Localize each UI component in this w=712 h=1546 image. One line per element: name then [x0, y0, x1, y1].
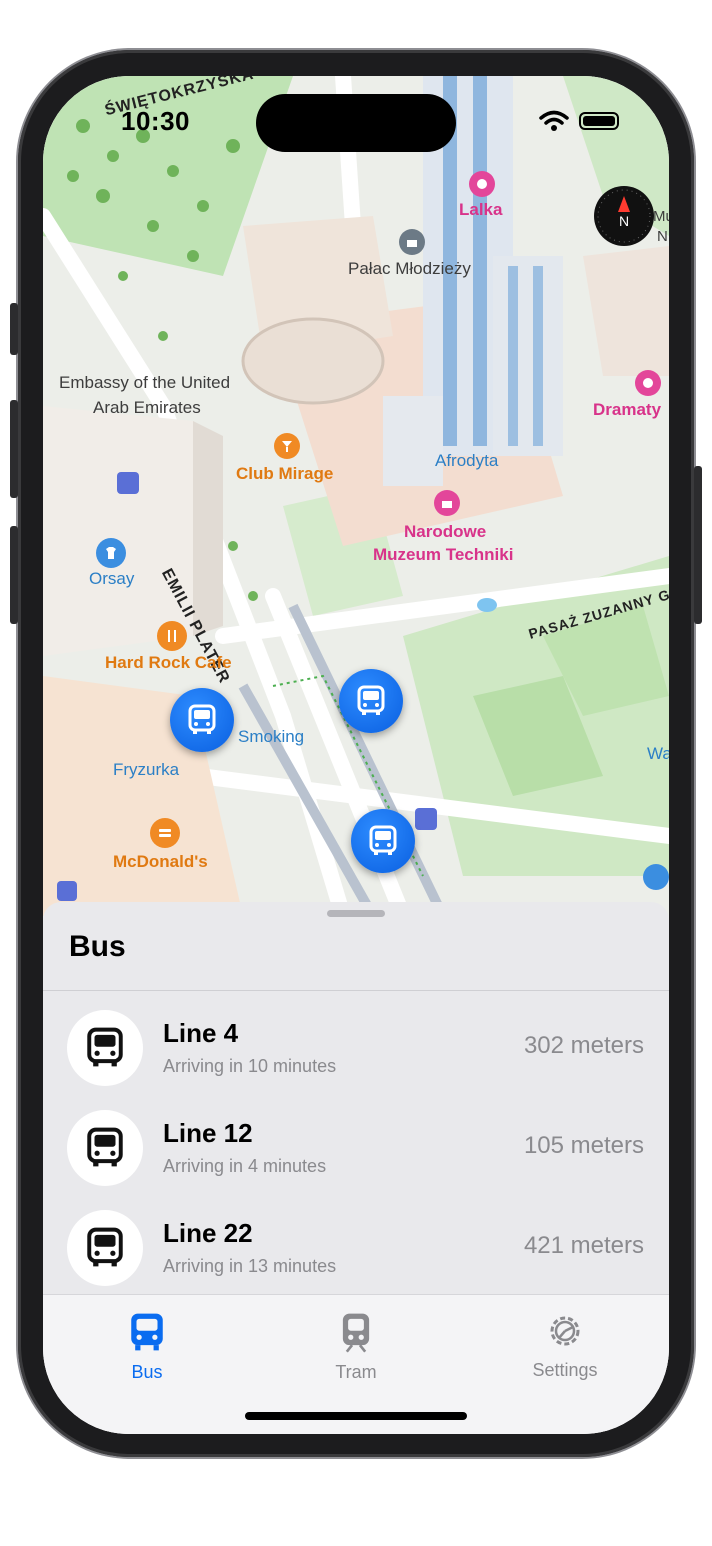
tram-icon	[342, 1313, 370, 1353]
map-label-orsay: Orsay	[89, 569, 135, 588]
line-title: Line 22	[163, 1218, 253, 1248]
clothing-icon[interactable]	[96, 538, 126, 568]
list-item-line-12[interactable]: Line 12 Arriving in 4 minutes 105 meters	[43, 1106, 669, 1206]
dynamic-island	[256, 94, 456, 152]
bus-icon	[369, 825, 397, 855]
bus-icon	[357, 685, 385, 715]
tab-settings[interactable]: Settings	[505, 1311, 625, 1381]
battery-icon	[579, 112, 619, 130]
arrival-text: Arriving in 13 minutes	[163, 1256, 337, 1276]
map-drawing	[43, 76, 669, 924]
station-icon[interactable]	[57, 881, 77, 901]
map-label-lalka: Lalka	[459, 200, 503, 219]
status-icons	[539, 110, 619, 132]
wifi-icon	[539, 110, 569, 131]
cocktail-icon-glyph	[282, 441, 292, 452]
map-label-mu: Mu	[653, 208, 669, 225]
map-label-mcdonalds: McDonald's	[113, 852, 208, 871]
gear-icon	[550, 1316, 580, 1346]
status-time: 10:30	[121, 106, 190, 136]
distance-text: 302 meters	[523, 1032, 644, 1059]
distance-text: 105 meters	[523, 1132, 644, 1159]
map-label-hard-rock: Hard Rock Cafe	[105, 653, 232, 672]
tab-tram[interactable]: Tram	[296, 1311, 416, 1383]
line-title: Line 12	[163, 1118, 253, 1148]
map-label-embassy-1: Embassy of the United	[59, 373, 231, 392]
map-label-n: N	[657, 228, 668, 245]
bus-glyph	[87, 1027, 123, 1067]
tab-tram-label: Tram	[335, 1362, 377, 1382]
map-label-fryzurka: Fryzurka	[113, 760, 180, 779]
map-label-wa: Wa	[647, 744, 669, 763]
bus-glyph	[87, 1227, 123, 1267]
bus-marker-2[interactable]	[339, 669, 403, 733]
map-label-embassy-2: Arab Emirates	[93, 398, 201, 417]
bus-marker-1[interactable]	[170, 688, 234, 752]
compass-icon: N	[597, 189, 651, 243]
action-button	[10, 303, 18, 355]
map-label-palac: Pałac Młodzieży	[348, 259, 471, 278]
map-label-narodowe-1: Narodowe	[404, 522, 487, 541]
tab-bus[interactable]: Bus	[87, 1311, 207, 1383]
list-item-line-4[interactable]: Line 4 Arriving in 10 minutes 302 meters	[43, 1006, 669, 1106]
compass-button[interactable]: N	[594, 186, 654, 246]
bus-icon	[67, 1010, 143, 1086]
theater-icon-glyph	[477, 179, 487, 189]
landmark-icon-glyph	[407, 240, 417, 247]
bike-icon[interactable]	[117, 472, 139, 494]
bike-icon-2[interactable]	[415, 808, 437, 830]
map-label-dramaty: Dramaty	[593, 400, 662, 419]
volume-up-button	[10, 400, 18, 498]
burger-icon-glyph	[159, 829, 171, 837]
tab-bus-label: Bus	[131, 1362, 163, 1382]
list-item-line-22[interactable]: Line 22 Arriving in 13 minutes 421 meter…	[43, 1206, 669, 1306]
arrival-text: Arriving in 10 minutes	[163, 1056, 337, 1076]
shop-icon[interactable]	[643, 864, 669, 890]
bus-icon	[67, 1110, 143, 1186]
restaurant-icon[interactable]	[157, 621, 187, 651]
sheet-divider	[43, 990, 669, 991]
bus-icon	[67, 1210, 143, 1286]
screen: ŚWIĘTOKRZYSKA Lalka Pałac Młodzieży Emba…	[43, 76, 669, 1434]
map-label-club-mirage: Club Mirage	[236, 464, 334, 483]
theater-icon-2-glyph	[643, 378, 653, 388]
arrival-text: Arriving in 4 minutes	[163, 1156, 327, 1176]
clothing-icon-glyph	[106, 547, 116, 559]
bus-icon	[131, 1313, 163, 1351]
theater-icon[interactable]	[469, 171, 495, 197]
bus-marker-3[interactable]	[351, 809, 415, 873]
cocktail-icon[interactable]	[274, 433, 300, 459]
distance-text: 421 meters	[523, 1232, 644, 1259]
line-title: Line 4	[163, 1018, 239, 1048]
sheet-title: Bus	[69, 930, 126, 963]
theater-icon-2[interactable]	[635, 370, 661, 396]
map-label-afrodyta: Afrodyta	[435, 451, 499, 470]
bus-glyph	[87, 1127, 123, 1167]
tab-settings-label: Settings	[532, 1360, 598, 1380]
home-indicator[interactable]	[245, 1412, 467, 1420]
bus-icon	[188, 704, 216, 734]
map-view[interactable]: ŚWIĘTOKRZYSKA Lalka Pałac Młodzieży Emba…	[43, 76, 669, 924]
museum-icon[interactable]	[434, 490, 460, 516]
volume-down-button	[10, 526, 18, 624]
map-label-smoking: Smoking	[238, 727, 305, 746]
power-button	[694, 466, 702, 624]
museum-icon-glyph	[442, 501, 452, 508]
restaurant-icon-glyph	[168, 630, 176, 642]
sheet-grabber[interactable]	[327, 910, 385, 917]
compass-letter: N	[619, 213, 629, 229]
landmark-icon[interactable]	[399, 229, 425, 255]
map-label-narodowe-2: Muzeum Techniki	[373, 545, 514, 564]
burger-icon[interactable]	[150, 818, 180, 848]
